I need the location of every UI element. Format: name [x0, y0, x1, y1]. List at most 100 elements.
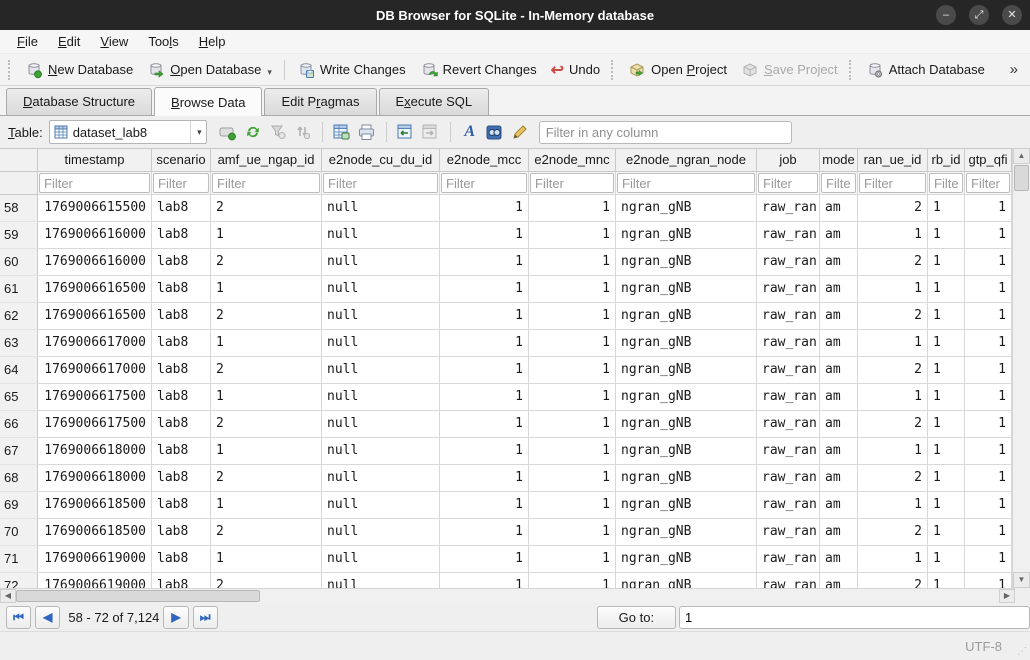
cell-mode[interactable]: am	[820, 276, 858, 303]
menu-tools[interactable]: Tools	[139, 32, 187, 51]
cell-scenario[interactable]: lab8	[152, 276, 211, 303]
column-header-ran_ue_id[interactable]: ran_ue_id	[858, 149, 928, 172]
minimize-button[interactable]: –	[936, 5, 956, 25]
cell-gtp_qfi[interactable]: 1	[965, 438, 1012, 465]
save-results-icon[interactable]	[331, 121, 353, 143]
menu-edit[interactable]: Edit	[49, 32, 89, 51]
column-filter-input-ran_ue_id[interactable]	[859, 173, 926, 193]
cell-e2node_mcc[interactable]: 1	[440, 465, 529, 492]
row-number[interactable]: 67	[0, 438, 38, 465]
cell-rb_id[interactable]: 1	[928, 519, 965, 546]
cell-gtp_qfi[interactable]: 1	[965, 546, 1012, 573]
column-header-e2node_mnc[interactable]: e2node_mnc	[529, 149, 616, 172]
tab-execute-sql[interactable]: Execute SQL	[379, 88, 490, 115]
cell-amf_ue_ngap_id[interactable]: 1	[211, 276, 322, 303]
cell-job[interactable]: raw_ran	[757, 546, 820, 573]
next-record-button[interactable]: ▶	[163, 606, 188, 629]
cell-e2node_mnc[interactable]: 1	[529, 330, 616, 357]
cell-scenario[interactable]: lab8	[152, 249, 211, 276]
cell-gtp_qfi[interactable]: 1	[965, 465, 1012, 492]
tab-database-structure[interactable]: Database Structure	[6, 88, 152, 115]
previous-record-button[interactable]: ◀	[35, 606, 60, 629]
cell-amf_ue_ngap_id[interactable]: 1	[211, 222, 322, 249]
row-number[interactable]: 68	[0, 465, 38, 492]
column-filter-input-rb_id[interactable]	[929, 173, 963, 193]
cell-ran_ue_id[interactable]: 1	[858, 438, 928, 465]
row-number[interactable]: 69	[0, 492, 38, 519]
cell-ran_ue_id[interactable]: 2	[858, 411, 928, 438]
cell-e2node_mcc[interactable]: 1	[440, 330, 529, 357]
menu-help[interactable]: Help	[190, 32, 235, 51]
cell-amf_ue_ngap_id[interactable]: 2	[211, 573, 322, 588]
cell-gtp_qfi[interactable]: 1	[965, 249, 1012, 276]
row-number[interactable]: 66	[0, 411, 38, 438]
cell-amf_ue_ngap_id[interactable]: 2	[211, 519, 322, 546]
cell-scenario[interactable]: lab8	[152, 384, 211, 411]
cell-gtp_qfi[interactable]: 1	[965, 222, 1012, 249]
horizontal-scrollbar-thumb[interactable]	[16, 590, 260, 602]
row-number[interactable]: 60	[0, 249, 38, 276]
cell-ran_ue_id[interactable]: 1	[858, 384, 928, 411]
column-filter-input-e2node_mnc[interactable]	[530, 173, 614, 193]
cell-rb_id[interactable]: 1	[928, 546, 965, 573]
cell-e2node_ngran_node[interactable]: ngran_gNB	[616, 303, 757, 330]
cell-e2node_mcc[interactable]: 1	[440, 276, 529, 303]
cell-job[interactable]: raw_ran	[757, 222, 820, 249]
encoding-indicator[interactable]: UTF-8	[965, 639, 1002, 654]
cell-e2node_mnc[interactable]: 1	[529, 519, 616, 546]
cell-ran_ue_id[interactable]: 2	[858, 465, 928, 492]
cell-timestamp[interactable]: 1769006615500	[38, 195, 152, 222]
cell-e2node_mnc[interactable]: 1	[529, 465, 616, 492]
cell-e2node_cu_du_id[interactable]: null	[322, 411, 440, 438]
cell-timestamp[interactable]: 1769006618500	[38, 519, 152, 546]
cell-e2node_ngran_node[interactable]: ngran_gNB	[616, 276, 757, 303]
cell-job[interactable]: raw_ran	[757, 384, 820, 411]
cell-rb_id[interactable]: 1	[928, 465, 965, 492]
open-database-dropdown-caret[interactable]: ▾	[267, 67, 272, 78]
cell-e2node_ngran_node[interactable]: ngran_gNB	[616, 438, 757, 465]
cell-gtp_qfi[interactable]: 1	[965, 330, 1012, 357]
cell-e2node_ngran_node[interactable]: ngran_gNB	[616, 195, 757, 222]
cell-e2node_mnc[interactable]: 1	[529, 546, 616, 573]
cell-mode[interactable]: am	[820, 330, 858, 357]
cell-rb_id[interactable]: 1	[928, 411, 965, 438]
cell-gtp_qfi[interactable]: 1	[965, 276, 1012, 303]
cell-mode[interactable]: am	[820, 384, 858, 411]
cell-scenario[interactable]: lab8	[152, 573, 211, 588]
cell-ran_ue_id[interactable]: 1	[858, 276, 928, 303]
cell-ran_ue_id[interactable]: 2	[858, 195, 928, 222]
cell-mode[interactable]: am	[820, 546, 858, 573]
toolbar-overflow-button[interactable]: »	[1002, 61, 1026, 78]
column-header-amf_ue_ngap_id[interactable]: amf_ue_ngap_id	[211, 149, 322, 172]
scroll-down-button[interactable]: ▼	[1013, 572, 1030, 588]
cell-rb_id[interactable]: 1	[928, 249, 965, 276]
cell-e2node_mnc[interactable]: 1	[529, 303, 616, 330]
scroll-right-button[interactable]: ▶	[999, 589, 1015, 603]
cell-job[interactable]: raw_ran	[757, 492, 820, 519]
cell-e2node_ngran_node[interactable]: ngran_gNB	[616, 330, 757, 357]
cell-mode[interactable]: am	[820, 195, 858, 222]
column-filter-input-gtp_qfi[interactable]	[966, 173, 1010, 193]
cell-scenario[interactable]: lab8	[152, 357, 211, 384]
cell-e2node_mcc[interactable]: 1	[440, 546, 529, 573]
column-header-e2node_cu_du_id[interactable]: e2node_cu_du_id	[322, 149, 440, 172]
cell-mode[interactable]: am	[820, 465, 858, 492]
column-header-timestamp[interactable]: timestamp	[38, 149, 152, 172]
column-filter-input-scenario[interactable]	[153, 173, 209, 193]
cell-e2node_cu_du_id[interactable]: null	[322, 384, 440, 411]
cell-job[interactable]: raw_ran	[757, 438, 820, 465]
cell-job[interactable]: raw_ran	[757, 573, 820, 588]
cell-rb_id[interactable]: 1	[928, 303, 965, 330]
cell-e2node_mcc[interactable]: 1	[440, 357, 529, 384]
cell-scenario[interactable]: lab8	[152, 303, 211, 330]
toolbar-drag-handle[interactable]	[611, 60, 617, 80]
cell-e2node_mcc[interactable]: 1	[440, 438, 529, 465]
row-number[interactable]: 63	[0, 330, 38, 357]
row-number[interactable]: 61	[0, 276, 38, 303]
filter-any-column-input[interactable]	[539, 121, 792, 144]
cell-scenario[interactable]: lab8	[152, 222, 211, 249]
horizontal-scrollbar[interactable]: ◀ ▶	[0, 588, 1015, 603]
row-number[interactable]: 62	[0, 303, 38, 330]
cell-e2node_mnc[interactable]: 1	[529, 384, 616, 411]
cell-job[interactable]: raw_ran	[757, 357, 820, 384]
